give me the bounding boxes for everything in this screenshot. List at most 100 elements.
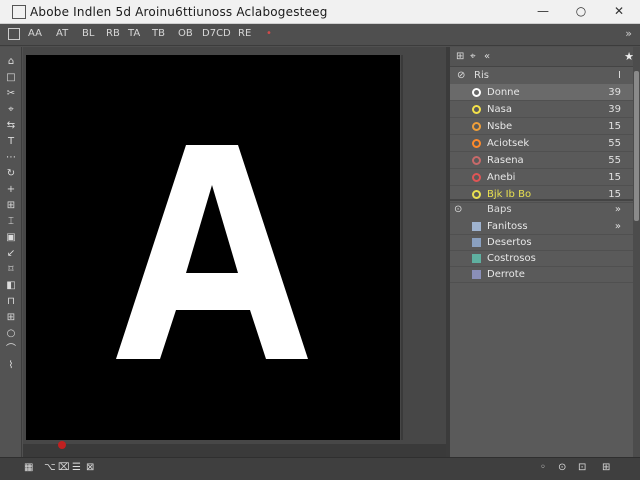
- filter-icon[interactable]: ⊘: [457, 70, 465, 81]
- option-item[interactable]: D7CD: [202, 28, 231, 39]
- layer-row[interactable]: Donne 39: [450, 84, 633, 101]
- column-icon[interactable]: Ⅰ: [618, 70, 621, 81]
- target-icon[interactable]: ⌖: [470, 51, 476, 62]
- status-button[interactable]: ⌧: [58, 462, 70, 473]
- scrollbar-thumb[interactable]: [634, 71, 639, 221]
- layer-name: Nasa: [487, 104, 512, 115]
- tool-button[interactable]: T: [3, 135, 19, 149]
- layer-value: 55: [608, 155, 621, 166]
- tool-button[interactable]: ⌂: [3, 55, 19, 69]
- tool-button[interactable]: ↻: [3, 167, 19, 181]
- tool-button[interactable]: □: [3, 71, 19, 85]
- swatch-row[interactable]: Fanitoss »: [450, 218, 633, 235]
- window-controls: — ○ ✕: [534, 4, 628, 18]
- option-item[interactable]: TB: [152, 28, 165, 39]
- status-button[interactable]: ⌥: [44, 462, 56, 473]
- panel-scrollbar[interactable]: [633, 47, 640, 457]
- tool-button[interactable]: ○: [3, 327, 19, 341]
- layer-color-icon: [472, 190, 481, 199]
- swatches-header: ⊙ Baps »: [450, 201, 633, 218]
- layer-value: 15: [608, 172, 621, 183]
- option-item-highlight[interactable]: •: [266, 28, 272, 39]
- tool-button[interactable]: ⌑: [3, 263, 19, 277]
- option-item[interactable]: TA: [128, 28, 140, 39]
- tool-button[interactable]: ⊓: [3, 295, 19, 309]
- layer-color-icon: [472, 105, 481, 114]
- minimize-button[interactable]: —: [534, 4, 552, 18]
- swatch-row[interactable]: Desertos: [450, 234, 633, 251]
- tool-button[interactable]: ⌒: [3, 343, 19, 357]
- close-button[interactable]: ✕: [610, 4, 628, 18]
- tool-preset-button[interactable]: [8, 28, 20, 40]
- swatch-color-icon: [472, 254, 481, 263]
- swatch-row[interactable]: Derrote: [450, 266, 633, 283]
- tool-button[interactable]: ⌖: [3, 103, 19, 117]
- app-icon: [12, 5, 26, 19]
- layer-value: 39: [608, 104, 621, 115]
- maximize-button[interactable]: ○: [572, 4, 590, 18]
- collapse-icon[interactable]: «: [484, 51, 490, 62]
- status-right-icon[interactable]: ⊞: [602, 462, 610, 473]
- expand-icon[interactable]: »: [615, 204, 621, 215]
- layer-name: Donne: [487, 87, 520, 98]
- tool-button[interactable]: +: [3, 183, 19, 197]
- tool-button[interactable]: ↙: [3, 247, 19, 261]
- document-canvas[interactable]: [26, 55, 400, 440]
- option-item[interactable]: RB: [106, 28, 120, 39]
- status-right-icon[interactable]: ⊡: [578, 462, 586, 473]
- grid-icon[interactable]: ⊞: [456, 51, 464, 62]
- zoom-icon[interactable]: ▦: [24, 462, 33, 473]
- layer-color-icon: [472, 156, 481, 165]
- layer-row[interactable]: Rasena 55: [450, 152, 633, 169]
- option-item[interactable]: AT: [56, 28, 68, 39]
- layer-name: Anebi: [487, 172, 516, 183]
- swatch-name: Fanitoss: [487, 221, 528, 232]
- option-item[interactable]: OB: [178, 28, 193, 39]
- tool-button[interactable]: ⊞: [3, 311, 19, 325]
- layer-value: 15: [608, 121, 621, 132]
- tool-button[interactable]: ⋯: [3, 151, 19, 165]
- layer-name: Aciotsek: [487, 138, 530, 149]
- layer-name: Nsbe: [487, 121, 513, 132]
- layer-value: 55: [608, 138, 621, 149]
- tool-button[interactable]: ◧: [3, 279, 19, 293]
- swatch-name: Costrosos: [487, 253, 536, 264]
- tool-button[interactable]: ✂: [3, 87, 19, 101]
- status-button[interactable]: ⊠: [86, 462, 94, 473]
- tool-button[interactable]: ⊞: [3, 199, 19, 213]
- layers-subheader: ⊘ Ris Ⅰ: [450, 67, 633, 84]
- layers-panel: ⊞ ⌖ « ★ ⊘ Ris Ⅰ Donne 39 Nasa 39 Nsbe 15 Aciot…: [450, 47, 640, 457]
- layer-color-icon: [472, 173, 481, 182]
- app-window: Abobe Indlen 5d Aroinu6ttiunoss Aclaboge…: [0, 0, 640, 480]
- layer-name: Rasena: [487, 155, 524, 166]
- tools-panel: ⌂ □ ✂ ⌖ ⇆ T ⋯ ↻ + ⊞ ⌶ ▣ ↙ ⌑ ◧ ⊓ ⊞ ○ ⌒ ⌇: [0, 47, 22, 457]
- layer-row[interactable]: Nsbe 15: [450, 118, 633, 135]
- title-bar: Abobe Indlen 5d Aroinu6ttiunoss Aclaboge…: [0, 0, 640, 24]
- option-item[interactable]: AA: [28, 28, 42, 39]
- letter-a-artwork[interactable]: [26, 55, 400, 440]
- swatch-name: Derrote: [487, 269, 525, 280]
- swatch-row[interactable]: Costrosos: [450, 250, 633, 267]
- swatches-label: Baps: [487, 204, 512, 215]
- status-right-icon[interactable]: ◦: [540, 462, 546, 473]
- status-right-icon[interactable]: ⊙: [558, 462, 566, 473]
- status-bar: ▦ ⌥ ⌧ ☰ ⊠ ◦ ⊙ ⊡ ⊞: [0, 457, 640, 480]
- layers-label: Ris: [474, 70, 489, 81]
- canvas-edge: [401, 55, 403, 440]
- canvas-bottom-ruler: [23, 444, 446, 457]
- status-button[interactable]: ☰: [72, 462, 81, 473]
- collapse-chevron-icon[interactable]: »: [625, 27, 632, 40]
- window-title: Abobe Indlen 5d Aroinu6ttiunoss Aclaboge…: [30, 5, 328, 19]
- tool-button[interactable]: ⌇: [3, 359, 19, 373]
- swatch-name: Desertos: [487, 237, 532, 248]
- layer-row[interactable]: Anebi 15: [450, 169, 633, 186]
- swatches-icon[interactable]: ⊙: [454, 204, 462, 215]
- option-item[interactable]: BL: [82, 28, 94, 39]
- tool-button[interactable]: ▣: [3, 231, 19, 245]
- swatch-value: »: [614, 221, 621, 232]
- tool-button[interactable]: ⌶: [3, 215, 19, 229]
- layer-row[interactable]: Nasa 39: [450, 101, 633, 118]
- option-item[interactable]: RE: [238, 28, 251, 39]
- tool-button[interactable]: ⇆: [3, 119, 19, 133]
- layer-row[interactable]: Aciotsek 55: [450, 135, 633, 152]
